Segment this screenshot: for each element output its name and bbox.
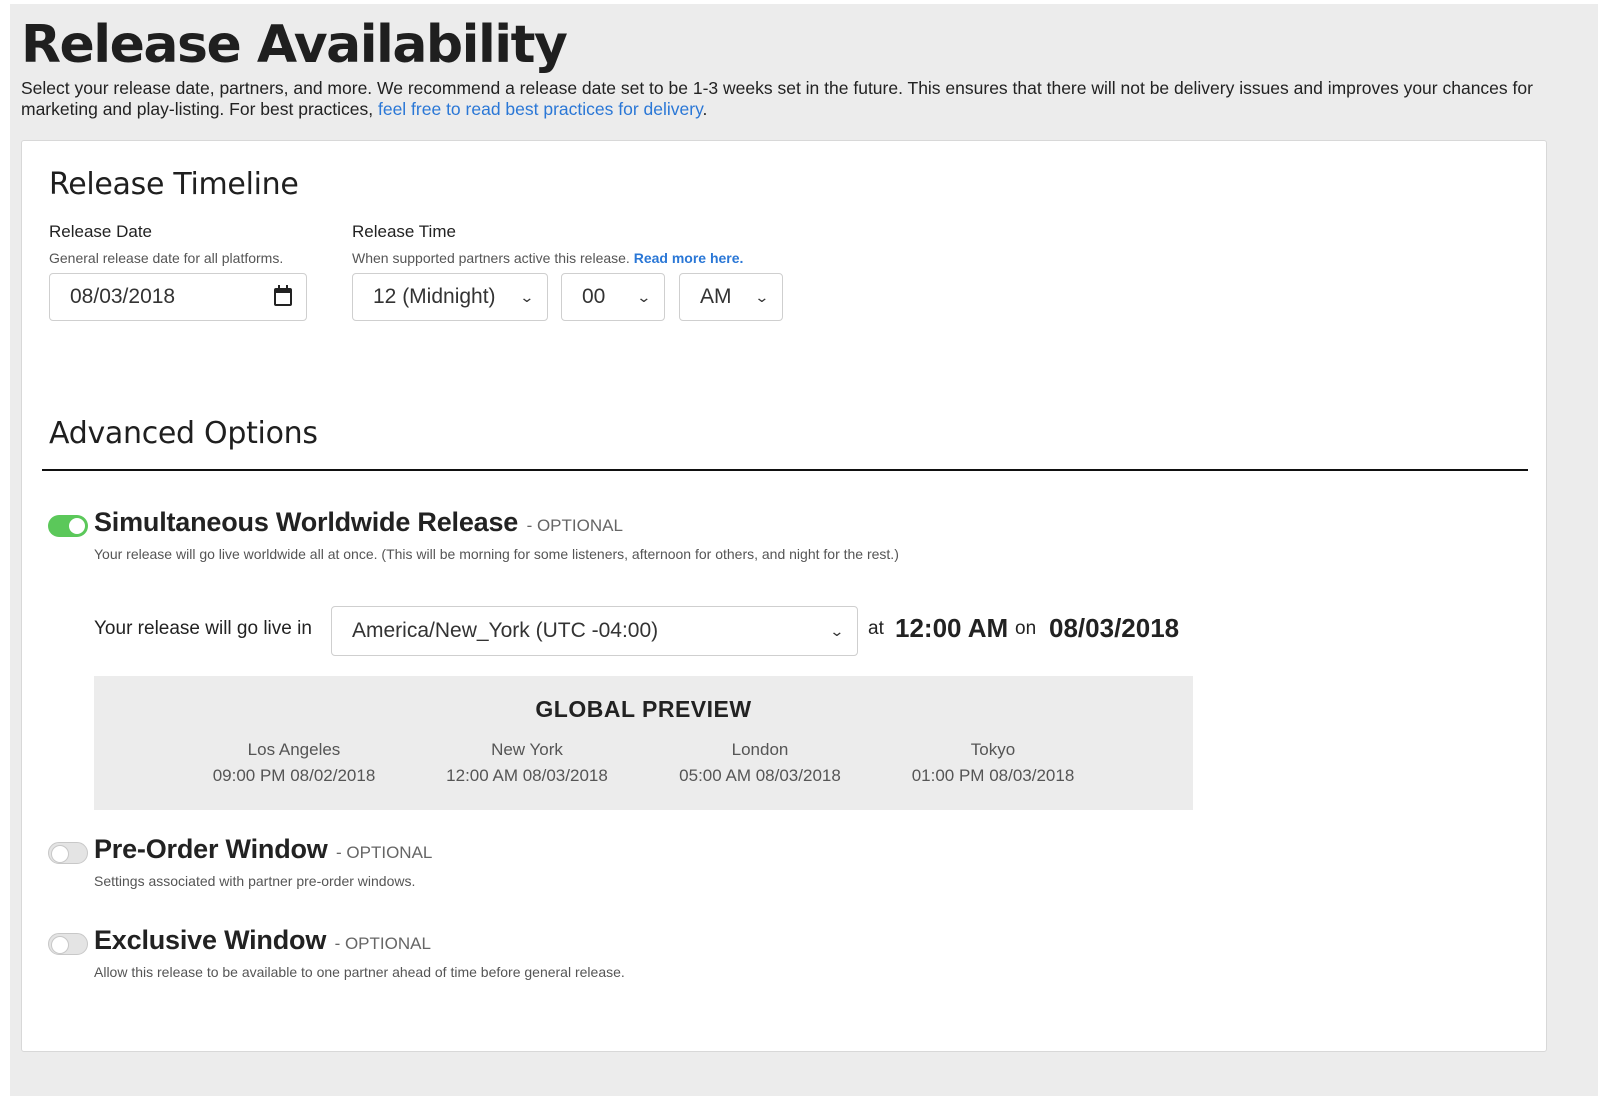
at-text: at xyxy=(868,618,884,639)
intro-text: Select your release date, partners, and … xyxy=(21,78,1533,119)
ampm-select[interactable]: AM ⌄ xyxy=(679,273,783,321)
best-practices-link[interactable]: feel free to read best practices for del… xyxy=(378,99,703,119)
city-time: 12:00 AM 08/03/2018 xyxy=(446,766,608,785)
worldwide-release-desc: Your release will go live worldwide all … xyxy=(94,546,899,562)
go-live-date: 08/03/2018 xyxy=(1049,613,1180,643)
go-live-time: 12:00 AM xyxy=(895,613,1009,643)
ampm-select-value: AM xyxy=(700,285,732,308)
release-time-help: When supported partners active this rele… xyxy=(352,250,744,266)
city-name: Tokyo xyxy=(970,740,1016,759)
release-date-input[interactable]: 08/03/2018 xyxy=(49,273,307,321)
city-preview: New York 12:00 AM 08/03/2018 xyxy=(417,740,637,786)
chevron-down-icon: ⌄ xyxy=(519,288,535,305)
city-name: London xyxy=(731,740,789,759)
pre-order-heading: Pre-Order Window - OPTIONAL xyxy=(94,834,432,865)
optional-tag: - OPTIONAL xyxy=(334,934,431,953)
timezone-select-value: America/New_York (UTC -04:00) xyxy=(352,619,659,642)
city-time: 09:00 PM 08/02/2018 xyxy=(212,766,376,785)
minute-select-value: 00 xyxy=(582,285,606,308)
timezone-select[interactable]: America/New_York (UTC -04:00) ⌄ xyxy=(331,606,858,656)
release-card: Release Timeline Release Date General re… xyxy=(21,140,1547,1052)
worldwide-release-title: Simultaneous Worldwide Release xyxy=(94,507,519,537)
city-preview: London 05:00 AM 08/03/2018 xyxy=(650,740,870,786)
pre-order-toggle[interactable] xyxy=(48,842,88,864)
on-text: on xyxy=(1015,618,1037,639)
release-time-label: Release Time xyxy=(352,222,456,241)
go-live-label: Your release will go live in xyxy=(94,618,312,639)
page: Release Availability Select your release… xyxy=(10,4,1598,1096)
city-name: New York xyxy=(491,740,563,759)
read-more-link[interactable]: Read more here. xyxy=(634,250,744,266)
exclusive-window-heading: Exclusive Window - OPTIONAL xyxy=(94,925,431,956)
global-preview-title: GLOBAL PREVIEW xyxy=(535,696,752,722)
release-date-help: General release date for all platforms. xyxy=(49,250,284,266)
chevron-down-icon: ⌄ xyxy=(754,288,770,305)
optional-tag: - OPTIONAL xyxy=(526,516,623,535)
release-timeline-title: Release Timeline xyxy=(49,167,299,202)
city-time: 05:00 AM 08/03/2018 xyxy=(679,766,841,785)
chevron-down-icon: ⌄ xyxy=(636,288,652,305)
city-preview: Tokyo 01:00 PM 08/03/2018 xyxy=(883,740,1103,786)
minute-select[interactable]: 00 ⌄ xyxy=(561,273,665,321)
hour-select-value: 12 (Midnight) xyxy=(373,285,496,308)
exclusive-window-title: Exclusive Window xyxy=(94,925,327,955)
worldwide-release-heading: Simultaneous Worldwide Release - OPTIONA… xyxy=(94,507,623,538)
pre-order-title: Pre-Order Window xyxy=(94,834,328,864)
release-date-value: 08/03/2018 xyxy=(70,285,176,308)
page-title: Release Availability xyxy=(21,15,568,75)
exclusive-window-desc: Allow this release to be available to on… xyxy=(94,964,625,980)
hour-select[interactable]: 12 (Midnight) ⌄ xyxy=(352,273,548,321)
pre-order-desc: Settings associated with partner pre-ord… xyxy=(94,873,416,889)
city-name: Los Angeles xyxy=(247,740,341,759)
optional-tag: - OPTIONAL xyxy=(336,843,433,862)
calendar-icon[interactable] xyxy=(274,285,292,306)
city-time: 01:00 PM 08/03/2018 xyxy=(911,766,1075,785)
section-divider xyxy=(42,469,1528,471)
release-date-label: Release Date xyxy=(49,222,153,241)
city-preview: Los Angeles 09:00 PM 08/02/2018 xyxy=(184,740,404,786)
exclusive-window-toggle[interactable] xyxy=(48,933,88,955)
advanced-options-title: Advanced Options xyxy=(49,416,318,451)
chevron-down-icon: ⌄ xyxy=(829,622,845,639)
global-preview: GLOBAL PREVIEW Los Angeles 09:00 PM 08/0… xyxy=(94,676,1193,810)
worldwide-release-toggle[interactable] xyxy=(48,515,88,537)
